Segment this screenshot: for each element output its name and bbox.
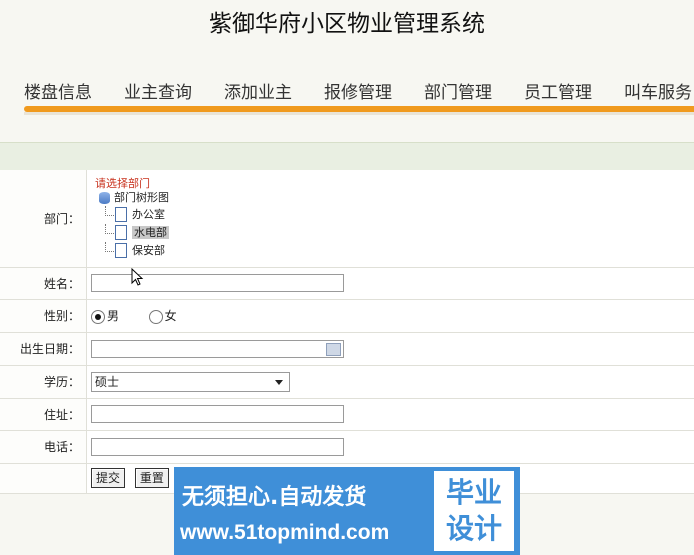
gender-field: 男 女 — [86, 299, 694, 333]
tree-connector — [105, 223, 114, 234]
nav-item-departments[interactable]: 部门管理 — [424, 78, 492, 103]
document-icon — [115, 207, 127, 223]
department-tree: 请选择部门 部门树形图 办公室 水电部 保安部 — [91, 171, 694, 266]
nav-item-buildings[interactable]: 楼盘信息 — [24, 78, 92, 103]
gender-female-label: 女 — [164, 309, 177, 323]
tree-node-office[interactable]: 办公室 — [95, 205, 694, 224]
watermark-url: www.51topmind.com — [180, 521, 390, 544]
tree-node-security[interactable]: 保安部 — [95, 241, 694, 260]
department-prompt: 请选择部门 — [95, 176, 150, 190]
nav-item-add-owner[interactable]: 添加业主 — [224, 78, 292, 103]
main-nav: 楼盘信息 业主查询 添加业主 报修管理 部门管理 员工管理 叫车服务 — [0, 76, 694, 106]
phone-label: 电话： — [0, 430, 87, 464]
department-field: 请选择部门 部门树形图 办公室 水电部 保安部 — [86, 170, 694, 268]
tree-connector — [105, 241, 114, 252]
tree-node-utilities[interactable]: 水电部 — [95, 223, 694, 242]
reset-button[interactable]: 重置 — [134, 468, 169, 488]
nav-item-owner-search[interactable]: 业主查询 — [124, 78, 192, 103]
document-icon — [115, 225, 127, 241]
mouse-cursor-icon — [131, 268, 144, 286]
birthdate-input[interactable] — [91, 339, 344, 358]
watermark-logo: 毕业 设计 — [434, 471, 514, 551]
nav-underline-shadow — [24, 112, 694, 115]
watermark-logo-line2: 设计 — [445, 512, 502, 545]
gender-male-label: 男 — [107, 309, 120, 323]
submit-button[interactable]: 提交 — [91, 468, 126, 488]
tree-node-label: 办公室 — [132, 207, 165, 221]
address-input[interactable] — [91, 405, 344, 423]
tree-node-label: 保安部 — [132, 243, 165, 257]
name-label: 姓名： — [0, 267, 87, 300]
nav-item-staff[interactable]: 员工管理 — [524, 78, 592, 103]
watermark-logo-line1: 毕业 — [445, 476, 502, 509]
name-input[interactable] — [91, 274, 344, 292]
gender-radio-male[interactable] — [91, 309, 105, 324]
education-label: 学历： — [0, 365, 87, 399]
address-label: 住址： — [0, 398, 87, 431]
nav-item-repairs[interactable]: 报修管理 — [324, 78, 392, 103]
form-header-row — [0, 142, 694, 171]
education-selected-value: 硕士 — [95, 374, 120, 389]
employee-form: 部门： 请选择部门 部门树形图 办公室 水电部 保安部 姓名： 性别： 男 女 … — [0, 170, 694, 494]
database-icon — [99, 191, 110, 204]
tree-root-label: 部门树形图 — [114, 190, 169, 204]
department-label: 部门： — [0, 170, 87, 268]
watermark-banner: 无须担心.自动发货 www.51topmind.com 毕业 设计 — [174, 467, 520, 555]
gender-radio-female[interactable] — [148, 309, 163, 324]
education-select[interactable]: 硕士 — [91, 371, 290, 392]
gender-label: 性别： — [0, 299, 87, 333]
birthdate-picker — [91, 339, 344, 358]
calendar-icon[interactable] — [326, 342, 341, 356]
buttons-label-cell — [0, 463, 87, 494]
phone-input[interactable] — [91, 437, 344, 456]
tree-root[interactable]: 部门树形图 — [95, 190, 694, 206]
nav-item-car-service[interactable]: 叫车服务 — [624, 78, 692, 103]
document-icon — [115, 243, 127, 259]
birthdate-label: 出生日期： — [0, 332, 87, 366]
chevron-down-icon — [275, 379, 283, 385]
watermark-slogan: 无须担心.自动发货 — [182, 485, 367, 510]
tree-node-label-selected: 水电部 — [132, 225, 169, 239]
tree-connector — [105, 205, 114, 216]
page-title: 紫御华府小区物业管理系统 — [209, 11, 485, 37]
